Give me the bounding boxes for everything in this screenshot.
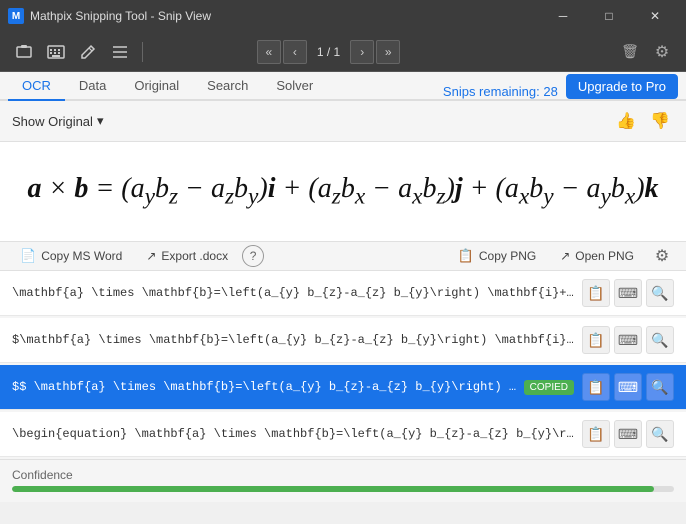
confidence-track — [12, 486, 674, 492]
latex-text: \begin{equation} \mathbf{a} \times \math… — [12, 427, 574, 441]
copy-msword-label: Copy MS Word — [41, 249, 122, 263]
tab-original[interactable]: Original — [120, 72, 193, 101]
keyboard-row-button[interactable]: ⌨ — [614, 373, 642, 401]
settings-icon-button[interactable]: ⚙ — [648, 38, 676, 66]
upgrade-button[interactable]: Upgrade to Pro — [566, 74, 678, 99]
show-original-toggle[interactable]: Show Original ▾ — [12, 113, 103, 129]
pen-icon-button[interactable] — [74, 38, 102, 66]
snips-remaining-label: Snips remaining: 28 — [443, 84, 558, 99]
copy-msword-icon: 📄 — [20, 248, 36, 264]
toolbar-right-actions: 🗑 ⚙ — [616, 38, 676, 66]
keyboard-row-button[interactable]: ⌨ — [614, 279, 642, 307]
confidence-fill — [12, 486, 654, 492]
show-original-bar: Show Original ▾ 👍 👎 — [0, 101, 686, 142]
latex-row[interactable]: \mathbf{a} \times \mathbf{b}=\left(a_{y}… — [0, 271, 686, 316]
nav-last-button[interactable]: » — [376, 40, 400, 64]
copy-row-button[interactable]: 📋 — [582, 279, 610, 307]
open-png-button[interactable]: ↗ Open PNG — [550, 245, 644, 267]
window-title: Mathpix Snipping Tool - Snip View — [30, 9, 540, 23]
search-row-button[interactable]: 🔍 — [646, 373, 674, 401]
nav-prev-button[interactable]: ‹ — [283, 40, 307, 64]
export-docx-label: Export .docx — [161, 249, 228, 263]
open-png-icon: ↗ — [560, 249, 570, 263]
confidence-label: Confidence — [12, 468, 674, 482]
latex-list: \mathbf{a} \times \mathbf{b}=\left(a_{y}… — [0, 271, 686, 459]
dropdown-icon: ▾ — [97, 113, 104, 129]
keyboard-row-button[interactable]: ⌨ — [614, 420, 642, 448]
export-docx-button[interactable]: ↗ Export .docx — [136, 245, 238, 267]
search-row-button[interactable]: 🔍 — [646, 279, 674, 307]
nav-first-button[interactable]: « — [257, 40, 281, 64]
export-docx-icon: ↗ — [146, 249, 156, 263]
row-actions: 📋⌨🔍 — [582, 420, 674, 448]
row-actions: 📋⌨🔍 — [582, 279, 674, 307]
tab-data[interactable]: Data — [65, 72, 120, 101]
toolbar: « ‹ 1 / 1 › » 🗑 ⚙ — [0, 32, 686, 72]
copy-row-button[interactable]: 📋 — [582, 373, 610, 401]
copy-png-button[interactable]: 📋 Copy PNG — [448, 244, 547, 268]
latex-row[interactable]: \begin{equation} \mathbf{a} \times \math… — [0, 412, 686, 457]
math-display-area: a × b = (aybz − azby)i + (azbx − axbz)j … — [0, 142, 686, 242]
latex-text: $\mathbf{a} \times \mathbf{b}=\left(a_{y… — [12, 333, 574, 347]
navigation-controls: « ‹ 1 / 1 › » — [257, 40, 400, 64]
tab-solver[interactable]: Solver — [262, 72, 327, 101]
copy-row-button[interactable]: 📋 — [582, 326, 610, 354]
keyboard-row-button[interactable]: ⌨ — [614, 326, 642, 354]
tab-bar: OCR Data Original Search Solver Snips re… — [0, 72, 686, 101]
thumbdown-button[interactable]: 👎 — [646, 107, 674, 135]
app-icon: M — [8, 8, 24, 24]
window-controls: ─ □ ✕ — [540, 0, 678, 32]
tab-ocr[interactable]: OCR — [8, 72, 65, 101]
copy-row-button[interactable]: 📋 — [582, 420, 610, 448]
open-png-label: Open PNG — [575, 249, 634, 263]
show-original-label-text: Show Original — [12, 114, 93, 129]
copy-png-icon: 📋 — [458, 248, 474, 264]
search-row-button[interactable]: 🔍 — [646, 326, 674, 354]
latex-text: \mathbf{a} \times \mathbf{b}=\left(a_{y}… — [12, 286, 574, 300]
latex-row[interactable]: $$ \mathbf{a} \times \mathbf{b}=\left(a_… — [0, 365, 686, 410]
screenshot-icon-button[interactable] — [10, 38, 38, 66]
nav-page-indicator: 1 / 1 — [309, 45, 348, 59]
main-content: OCR Data Original Search Solver Snips re… — [0, 72, 686, 488]
minimize-button[interactable]: ─ — [540, 0, 586, 32]
row-actions: 📋⌨🔍 — [582, 326, 674, 354]
toolbar-separator — [142, 42, 143, 62]
copy-msword-button[interactable]: 📄 Copy MS Word — [10, 244, 132, 268]
copied-badge: COPIED — [524, 380, 574, 395]
tab-search[interactable]: Search — [193, 72, 262, 101]
latex-text: $$ \mathbf{a} \times \mathbf{b}=\left(a_… — [12, 380, 518, 394]
latex-row[interactable]: $\mathbf{a} \times \mathbf{b}=\left(a_{y… — [0, 318, 686, 363]
maximize-button[interactable]: □ — [586, 0, 632, 32]
nav-next-button[interactable]: › — [350, 40, 374, 64]
keyboard-icon-button[interactable] — [42, 38, 70, 66]
search-row-button[interactable]: 🔍 — [646, 420, 674, 448]
feedback-buttons: 👍 👎 — [612, 107, 674, 135]
thumbup-button[interactable]: 👍 — [612, 107, 640, 135]
titlebar: M Mathpix Snipping Tool - Snip View ─ □ … — [0, 0, 686, 32]
trash-icon-button[interactable]: 🗑 — [616, 38, 644, 66]
action-settings-button[interactable]: ⚙ — [648, 242, 676, 270]
action-bar: 📄 Copy MS Word ↗ Export .docx ? 📋 Copy P… — [0, 242, 686, 271]
menu-icon-button[interactable] — [106, 38, 134, 66]
confidence-section: Confidence — [0, 459, 686, 502]
close-button[interactable]: ✕ — [632, 0, 678, 32]
math-formula: a × b = (aybz − azby)i + (azbx − axbz)j … — [27, 173, 658, 211]
help-button[interactable]: ? — [242, 245, 264, 267]
copy-png-label: Copy PNG — [479, 249, 536, 263]
row-actions: 📋⌨🔍 — [582, 373, 674, 401]
